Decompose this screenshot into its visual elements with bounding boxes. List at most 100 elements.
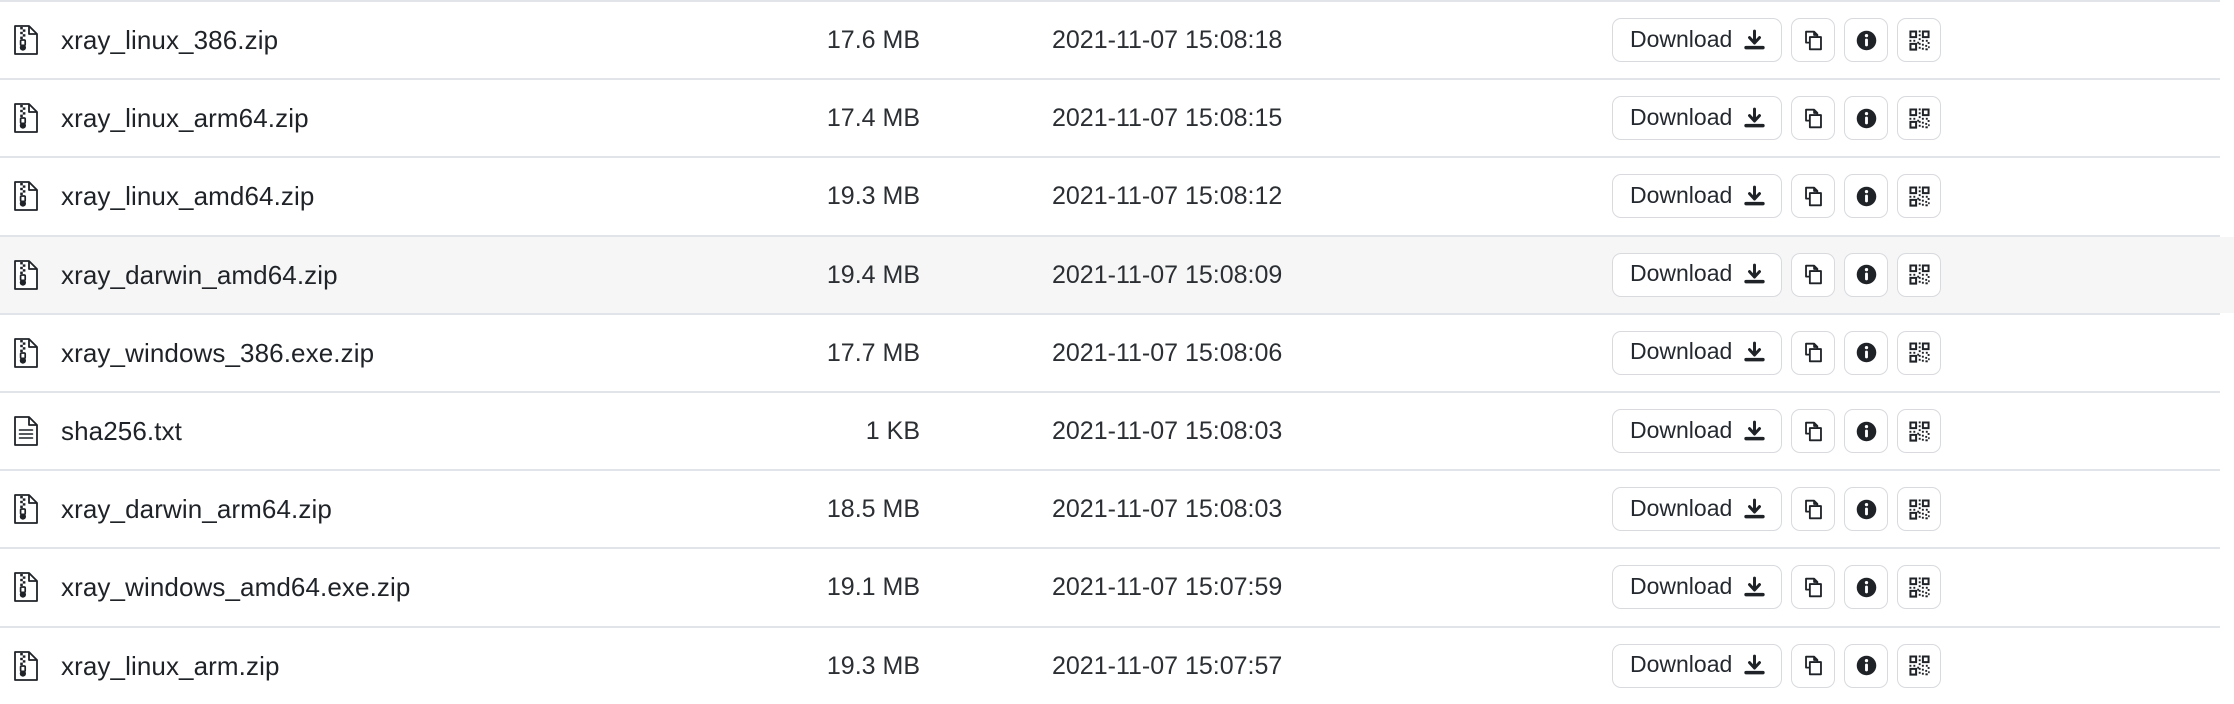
file-info-button[interactable] xyxy=(1844,96,1889,141)
table-row[interactable]: xray_linux_386.zip 17.6 MB 2021-11-07 15:0… xyxy=(0,0,2234,79)
zip-file-icon xyxy=(14,181,38,212)
zip-file-icon xyxy=(14,337,38,368)
table-row[interactable]: xray_windows_386.exe.zip 17.7 MB 2021-11-0… xyxy=(0,312,2234,391)
row-actions: Download xyxy=(1352,18,2234,63)
copy-link-button[interactable] xyxy=(1791,643,1836,688)
info-icon xyxy=(1856,577,1877,598)
qrcode-icon xyxy=(1909,342,1930,363)
file-name-cell: xray_linux_386.zip xyxy=(0,25,790,55)
info-icon xyxy=(1856,30,1877,50)
download-button-label: Download xyxy=(1630,103,1733,130)
download-button[interactable]: Download xyxy=(1612,565,1783,610)
qrcode-button[interactable] xyxy=(1897,18,1942,63)
download-icon xyxy=(1744,29,1765,49)
file-info-button[interactable] xyxy=(1844,174,1889,219)
download-button-label: Download xyxy=(1630,338,1733,365)
file-name-link[interactable]: sha256.txt xyxy=(61,416,182,446)
download-button-label: Download xyxy=(1630,260,1733,287)
file-modified-cell: 2021-11-07 15:07:59 xyxy=(1052,573,1283,602)
copy-link-button[interactable] xyxy=(1791,330,1836,375)
copy-icon xyxy=(1804,30,1822,50)
download-button-label: Download xyxy=(1630,572,1733,599)
qrcode-button[interactable] xyxy=(1897,330,1942,375)
table-row[interactable]: xray_darwin_arm64.zip 18.5 MB 2021-11-07 1… xyxy=(0,469,2234,548)
copy-link-button[interactable] xyxy=(1791,96,1836,141)
qrcode-icon xyxy=(1909,655,1930,676)
file-name-cell: xray_linux_arm64.zip xyxy=(0,103,790,133)
row-actions: Download xyxy=(1352,252,2234,297)
file-listing-table: xray_linux_386.zip 17.6 MB 2021-11-07 15:0… xyxy=(0,0,2234,704)
download-button[interactable]: Download xyxy=(1612,252,1783,297)
copy-icon xyxy=(1804,499,1822,519)
zip-file-icon xyxy=(14,650,38,681)
file-name-link[interactable]: xray_windows_amd64.exe.zip xyxy=(61,572,410,602)
copy-icon xyxy=(1804,108,1822,129)
file-info-button[interactable] xyxy=(1844,643,1889,688)
file-name-cell: xray_windows_amd64.exe.zip xyxy=(0,572,790,602)
download-button[interactable]: Download xyxy=(1612,487,1783,532)
file-size-cell: 19.3 MB xyxy=(826,651,920,680)
copy-link-button[interactable] xyxy=(1791,18,1836,63)
copy-link-button[interactable] xyxy=(1791,409,1836,454)
file-info-button[interactable] xyxy=(1844,252,1889,297)
file-info-button[interactable] xyxy=(1844,330,1889,375)
file-info-button[interactable] xyxy=(1844,18,1889,63)
file-info-button[interactable] xyxy=(1844,565,1889,610)
info-icon xyxy=(1856,343,1877,363)
qrcode-button[interactable] xyxy=(1897,409,1942,454)
file-size-cell: 17.7 MB xyxy=(826,338,920,367)
qrcode-icon xyxy=(1909,499,1930,520)
download-icon xyxy=(1744,107,1765,128)
qrcode-button[interactable] xyxy=(1897,96,1942,141)
download-button-label: Download xyxy=(1630,181,1733,208)
file-name-link[interactable]: xray_linux_arm.zip xyxy=(61,651,280,681)
row-actions: Download xyxy=(1352,174,2234,219)
download-icon xyxy=(1744,420,1765,440)
zip-file-icon xyxy=(14,259,38,290)
copy-link-button[interactable] xyxy=(1791,252,1836,297)
file-name-cell: sha256.txt xyxy=(0,416,790,446)
download-button-label: Download xyxy=(1630,651,1733,678)
file-name-link[interactable]: xray_darwin_arm64.zip xyxy=(61,494,332,524)
file-name-cell: xray_darwin_arm64.zip xyxy=(0,494,790,524)
info-icon xyxy=(1856,655,1877,676)
download-button[interactable]: Download xyxy=(1612,330,1783,375)
qrcode-icon xyxy=(1909,264,1930,285)
table-row[interactable]: sha256.txt 1 KB 2021-11-07 15:08:03 Downloa… xyxy=(0,390,2234,470)
download-button[interactable]: Download xyxy=(1612,174,1783,219)
copy-link-button[interactable] xyxy=(1791,565,1836,610)
download-icon xyxy=(1744,263,1765,284)
zip-file-icon xyxy=(14,494,38,525)
table-row[interactable]: xray_windows_amd64.exe.zip 19.1 MB 2021-11… xyxy=(0,547,2234,626)
copy-link-button[interactable] xyxy=(1791,487,1836,532)
file-name-link[interactable]: xray_linux_386.zip xyxy=(61,25,278,55)
table-row[interactable]: xray_linux_amd64.zip 19.3 MB 2021-11-07 15… xyxy=(0,156,2234,235)
file-info-button[interactable] xyxy=(1844,409,1889,454)
copy-icon xyxy=(1804,421,1822,441)
file-name-link[interactable]: xray_windows_386.exe.zip xyxy=(61,338,374,368)
qrcode-button[interactable] xyxy=(1897,487,1942,532)
file-info-button[interactable] xyxy=(1844,487,1889,532)
download-button[interactable]: Download xyxy=(1612,96,1783,141)
download-button[interactable]: Download xyxy=(1612,409,1783,454)
table-row[interactable]: xray_darwin_amd64.zip 19.4 MB 2021-11-07 1… xyxy=(0,234,2234,313)
qrcode-button[interactable] xyxy=(1897,174,1942,219)
qrcode-button[interactable] xyxy=(1897,252,1942,297)
download-icon xyxy=(1744,576,1765,597)
table-row[interactable]: xray_linux_arm64.zip 17.4 MB 2021-11-07 15… xyxy=(0,78,2234,157)
copy-link-button[interactable] xyxy=(1791,174,1836,219)
copy-icon xyxy=(1804,264,1822,285)
copy-icon xyxy=(1804,186,1822,207)
info-icon xyxy=(1856,421,1877,441)
qrcode-icon xyxy=(1909,108,1930,129)
table-row[interactable]: xray_linux_arm.zip 19.3 MB 2021-11-07 15:0… xyxy=(0,625,2234,704)
file-name-link[interactable]: xray_darwin_amd64.zip xyxy=(61,260,338,290)
download-button[interactable]: Download xyxy=(1612,18,1783,63)
qrcode-button[interactable] xyxy=(1897,565,1942,610)
copy-icon xyxy=(1804,655,1822,676)
qrcode-icon xyxy=(1909,577,1930,598)
file-name-link[interactable]: xray_linux_arm64.zip xyxy=(61,103,309,133)
file-name-link[interactable]: xray_linux_amd64.zip xyxy=(61,181,314,211)
download-button[interactable]: Download xyxy=(1612,643,1783,688)
qrcode-button[interactable] xyxy=(1897,643,1942,688)
